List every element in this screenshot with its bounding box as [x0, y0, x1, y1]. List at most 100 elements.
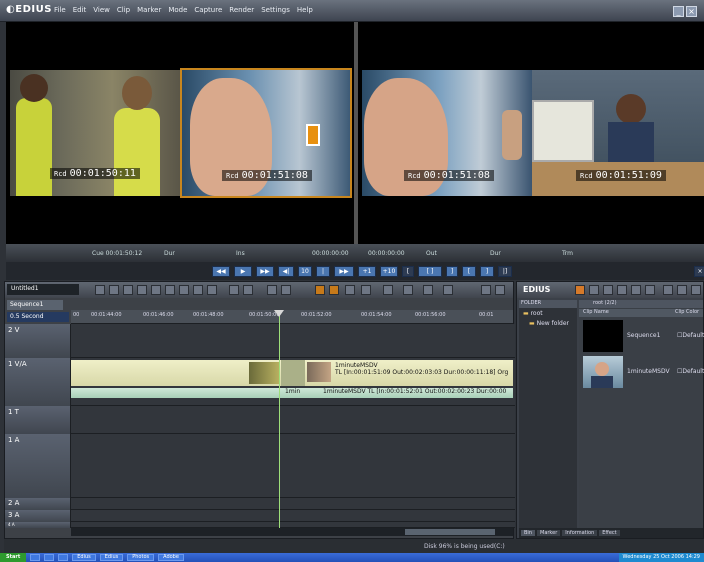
bin-delete-icon[interactable]: [663, 285, 673, 295]
trim-marker-icon[interactable]: [306, 124, 320, 146]
plus-ten-button[interactable]: +10: [380, 266, 398, 277]
bin-restore-icon[interactable]: [677, 285, 687, 295]
plus-one-button[interactable]: +1: [358, 266, 376, 277]
taskbar-item[interactable]: [30, 554, 41, 561]
start-button[interactable]: Start: [0, 553, 27, 562]
tab-information[interactable]: Information: [562, 530, 598, 536]
menu-view[interactable]: View: [93, 6, 110, 14]
out-timecode[interactable]: 00:00:00:00: [368, 250, 405, 257]
bin-cut-icon[interactable]: [645, 285, 655, 295]
menu-mode[interactable]: Mode: [168, 6, 187, 14]
cut-icon[interactable]: [137, 285, 147, 295]
track-header[interactable]: 4 A: [5, 522, 71, 528]
menu-capture[interactable]: Capture: [194, 6, 222, 14]
bin-add-icon[interactable]: [589, 285, 599, 295]
menu-edit[interactable]: Edit: [73, 6, 87, 14]
open-icon[interactable]: [109, 285, 119, 295]
link-icon[interactable]: [281, 285, 291, 295]
col-clip-color[interactable]: Clip Color: [675, 309, 699, 315]
playhead-line[interactable]: [279, 310, 280, 528]
tab-effect[interactable]: Effect: [599, 530, 620, 536]
redo-icon[interactable]: [243, 285, 253, 295]
mark-button[interactable]: [: [462, 266, 476, 277]
render-icon[interactable]: [383, 285, 393, 295]
horizontal-scrollbar[interactable]: [71, 528, 513, 536]
video-clip[interactable]: [71, 360, 281, 386]
clip-row[interactable]: 1minuteMSDV ☐Default: [579, 356, 704, 390]
taskbar-item[interactable]: [58, 554, 69, 561]
set-in-button[interactable]: [ ]: [418, 266, 442, 277]
tab-marker[interactable]: Marker: [537, 530, 561, 536]
close-button[interactable]: ×: [686, 6, 697, 17]
window-close-icon[interactable]: [495, 285, 505, 295]
track-header[interactable]: 1 A: [5, 434, 71, 498]
minimize-button[interactable]: _: [673, 6, 684, 17]
video-clip-selected[interactable]: 1minuteMSDV TL [In:00:01:51:09 Out:00:02…: [305, 360, 513, 386]
set-out-button[interactable]: ]: [446, 266, 458, 277]
save-icon[interactable]: [123, 285, 133, 295]
menu-clip[interactable]: Clip: [117, 6, 130, 14]
folder-new[interactable]: ▬ New folder: [529, 320, 569, 327]
taskbar-item[interactable]: Edius: [72, 554, 96, 561]
time-ruler[interactable]: 00 00:01:44:00 00:01:46:00 00:01:48:00 0…: [71, 310, 513, 324]
settings-icon[interactable]: [443, 285, 453, 295]
audio-clip[interactable]: [71, 388, 283, 398]
taskbar-item[interactable]: [44, 554, 55, 561]
rewind-button[interactable]: ◀◀: [212, 266, 230, 277]
export-icon[interactable]: [403, 285, 413, 295]
menu-settings[interactable]: Settings: [261, 6, 290, 14]
mark-out-button[interactable]: ]: [480, 266, 494, 277]
menu-file[interactable]: File: [54, 6, 66, 14]
step-back-button[interactable]: ◀|: [278, 266, 294, 277]
close-player-button[interactable]: ×: [694, 266, 704, 277]
marker-add-icon[interactable]: [329, 285, 339, 295]
track-header[interactable]: 3 A: [5, 510, 71, 522]
delete-icon[interactable]: [179, 285, 189, 295]
play-loop-button[interactable]: ▶▶: [334, 266, 354, 277]
taskbar-item[interactable]: Adobe: [158, 554, 184, 561]
in-point-button[interactable]: [: [402, 266, 414, 277]
track-header[interactable]: 1 T: [5, 406, 71, 434]
ripple-icon[interactable]: [193, 285, 203, 295]
track-header[interactable]: 1 V/A: [5, 358, 71, 406]
step-button[interactable]: |: [316, 266, 330, 277]
paste-icon[interactable]: [165, 285, 175, 295]
title-icon[interactable]: [423, 285, 433, 295]
audio-clip-info[interactable]: 1minuteMSDV TL [In:00:01:52:01 Out:00:02…: [305, 388, 513, 398]
playhead-icon[interactable]: [274, 310, 284, 317]
bin-sort-icon[interactable]: [631, 285, 641, 295]
jump-button[interactable]: |]: [498, 266, 512, 277]
bin-folder-icon[interactable]: [575, 285, 585, 295]
bin-search-icon[interactable]: [603, 285, 613, 295]
play-button[interactable]: ▶: [234, 266, 252, 277]
in-timecode[interactable]: 00:00:00:00: [312, 250, 349, 257]
marker-icon[interactable]: [315, 285, 325, 295]
bin-close-icon[interactable]: [691, 285, 701, 295]
clip-row[interactable]: Sequence1 ☐Default: [579, 320, 704, 354]
taskbar-item[interactable]: Edius: [99, 554, 124, 561]
taskbar-item[interactable]: Photos: [127, 554, 155, 561]
menu-render[interactable]: Render: [229, 6, 254, 14]
window-restore-icon[interactable]: [481, 285, 491, 295]
transition-clip[interactable]: [281, 360, 305, 386]
menu-marker[interactable]: Marker: [137, 6, 161, 14]
audio-icon[interactable]: [345, 285, 355, 295]
audio-clip-short[interactable]: 1min: [283, 388, 305, 398]
rubberband-icon[interactable]: [361, 285, 371, 295]
tab-bin[interactable]: Bin: [521, 530, 535, 536]
jog-10-button[interactable]: 10: [298, 266, 312, 277]
project-name-field[interactable]: Untitled1: [7, 284, 79, 295]
menu-help[interactable]: Help: [297, 6, 313, 14]
track-header[interactable]: 2 A: [5, 498, 71, 510]
scale-selector[interactable]: 0.5 Second: [7, 312, 69, 322]
track-header[interactable]: 2 V: [5, 324, 71, 358]
fast-forward-button[interactable]: ▶▶: [256, 266, 274, 277]
split-icon[interactable]: [267, 285, 277, 295]
col-clip-name[interactable]: Clip Name: [583, 309, 609, 315]
snap-icon[interactable]: [207, 285, 217, 295]
scroll-thumb[interactable]: [405, 529, 495, 535]
copy-icon[interactable]: [151, 285, 161, 295]
undo-icon[interactable]: [229, 285, 239, 295]
new-sequence-icon[interactable]: [95, 285, 105, 295]
bin-view-icon[interactable]: [617, 285, 627, 295]
